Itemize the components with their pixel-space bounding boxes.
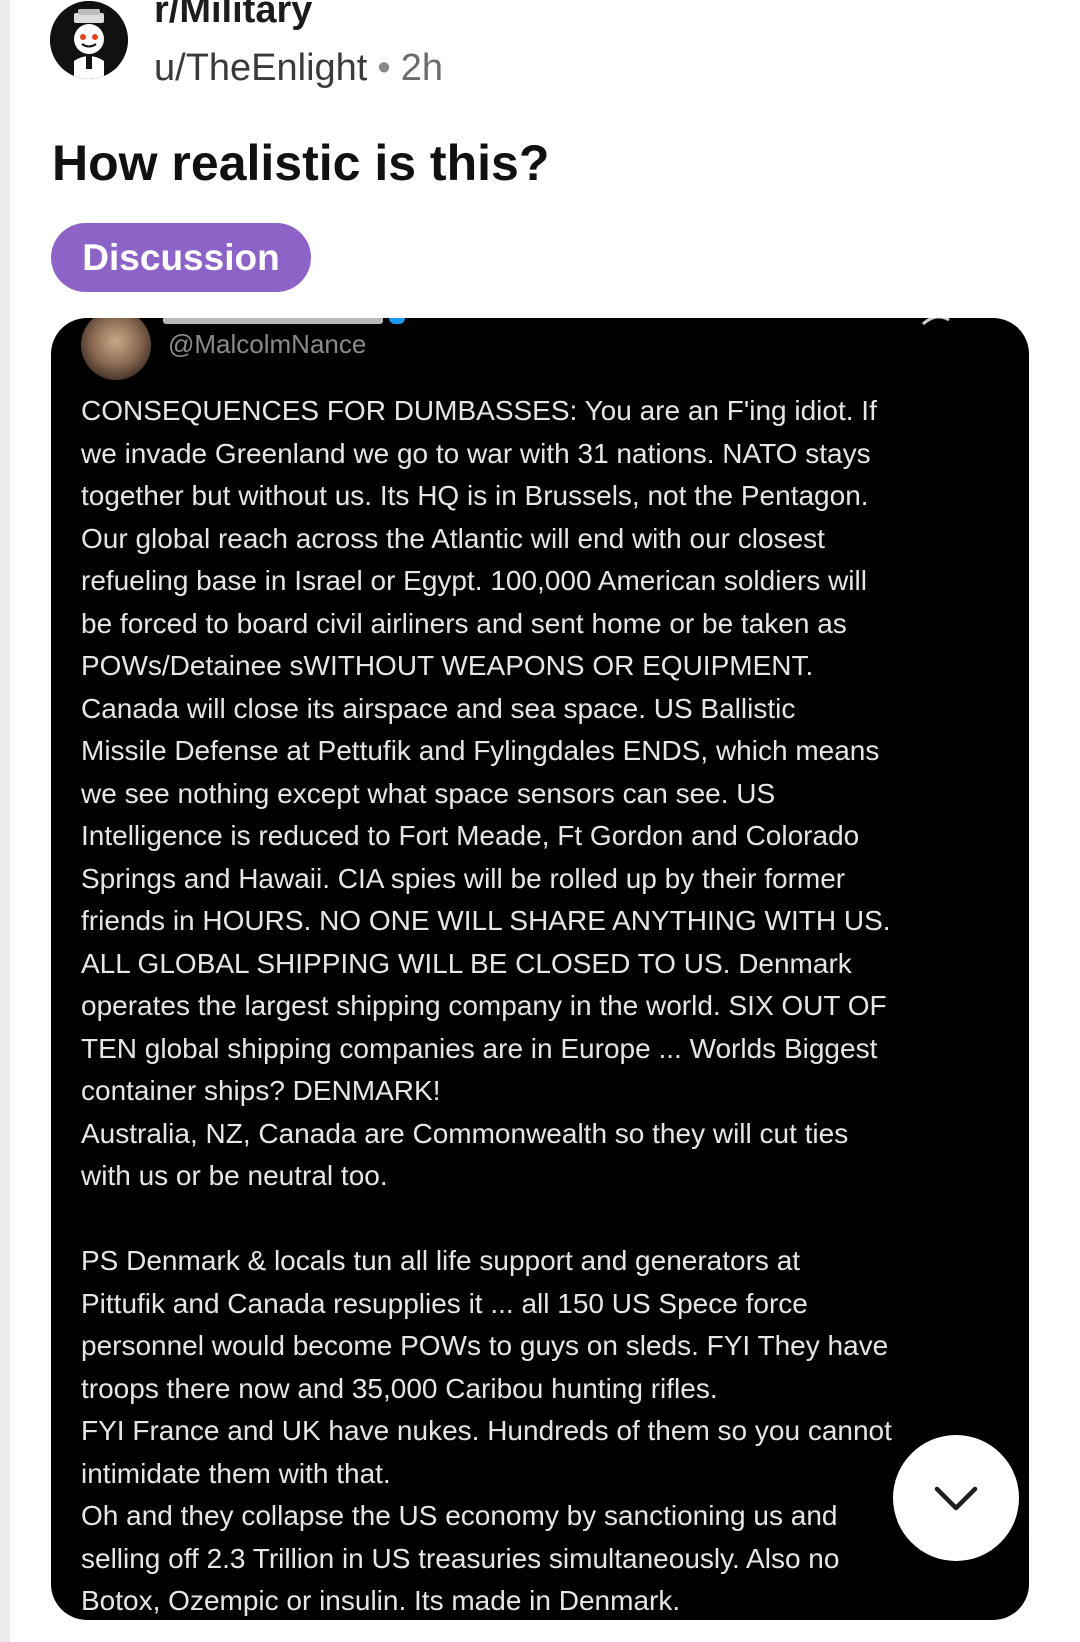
more-icon <box>921 318 950 326</box>
left-edge <box>0 0 10 1642</box>
tweet-line: we invade Greenland we go to war with 31… <box>81 437 871 469</box>
chevron-down-icon <box>934 1486 978 1511</box>
tweet-line: operates the largest shipping company in… <box>81 990 887 1021</box>
expand-button[interactable] <box>893 1435 1019 1561</box>
tweet-line: intimidate them with that. <box>81 1457 391 1489</box>
tweet-line: refueling base in Israel or Egypt. 100,0… <box>81 565 867 596</box>
tweet-line: Oh and they collapse the US economy by s… <box>81 1500 838 1531</box>
tweet-line: POWs/Detainee sWITHOUT WEAPONS OR EQUIPM… <box>81 650 814 681</box>
tweet-line: together but without us. Its HQ is in Br… <box>81 480 869 511</box>
tweet-line: Botox, Ozempic or insulin. Its made in D… <box>81 1585 681 1616</box>
tweet-line: we see nothing except what space sensors… <box>81 777 776 809</box>
tweet-line: Canada will close its airspace and sea s… <box>81 692 796 724</box>
tweet-line: Missile Defense at Pettufik and Fylingda… <box>81 735 880 766</box>
post-meta: u/TheEnlight • 2h <box>154 46 443 90</box>
tweet-line: Pittufik and Canada resupplies it ... al… <box>81 1287 808 1319</box>
tweet-line: selling off 2.3 Trillion in US treasurie… <box>81 1542 840 1574</box>
tweet-line: friends in HOURS. NO ONE WILL SHARE ANYT… <box>81 905 891 936</box>
subreddit-avatar-icon[interactable] <box>50 1 128 79</box>
tweet-handle: @MalcolmNance <box>168 329 367 359</box>
tweet-line: Intelligence is reduced to Fort Meade, F… <box>81 820 860 851</box>
tweet-line: Australia, NZ, Canada are Commonwealth s… <box>81 1117 849 1149</box>
tweet-text: CONSEQUENCES FOR DUMBASSES: You are an F… <box>81 390 1011 1620</box>
flair-badge[interactable]: Discussion <box>51 223 311 292</box>
tweet-line <box>81 1198 1011 1241</box>
post-image[interactable]: @MalcolmNance CONSEQUENCES FOR DUMBASSES… <box>51 318 1029 1620</box>
tweet-line: container ships? DENMARK! <box>81 1075 441 1106</box>
tweet-line: Springs and Hawaii. CIA spies will be ro… <box>81 862 846 894</box>
tweet-avatar <box>81 318 151 380</box>
verified-icon <box>389 318 405 324</box>
subreddit-name[interactable]: r/Military <box>154 0 312 32</box>
tweet-line: Our global reach across the Atlantic wil… <box>81 522 825 554</box>
author-link[interactable]: u/TheEnlight <box>154 47 367 89</box>
tweet-line: with us or be neutral too. <box>81 1160 388 1191</box>
tweet-display-name-cropped <box>163 318 383 324</box>
tweet-line: troops there now and 35,000 Caribou hunt… <box>81 1372 718 1404</box>
tweet-line: PS Denmark & locals tun all life support… <box>81 1245 801 1276</box>
tweet-line: ALL GLOBAL SHIPPING WILL BE CLOSED TO US… <box>81 947 852 979</box>
meta-separator: • <box>377 47 391 89</box>
post-time: 2h <box>400 47 443 89</box>
tweet-line: FYI France and UK have nukes. Hundreds o… <box>81 1415 892 1446</box>
tweet-line: CONSEQUENCES FOR DUMBASSES: You are an F… <box>81 395 877 426</box>
tweet-line: TEN global shipping companies are in Eur… <box>81 1032 878 1064</box>
post-title[interactable]: How realistic is this? <box>52 134 549 192</box>
tweet-line: be forced to board civil airliners and s… <box>81 607 847 639</box>
tweet-line: personnel would become POWs to guys on s… <box>81 1330 889 1361</box>
